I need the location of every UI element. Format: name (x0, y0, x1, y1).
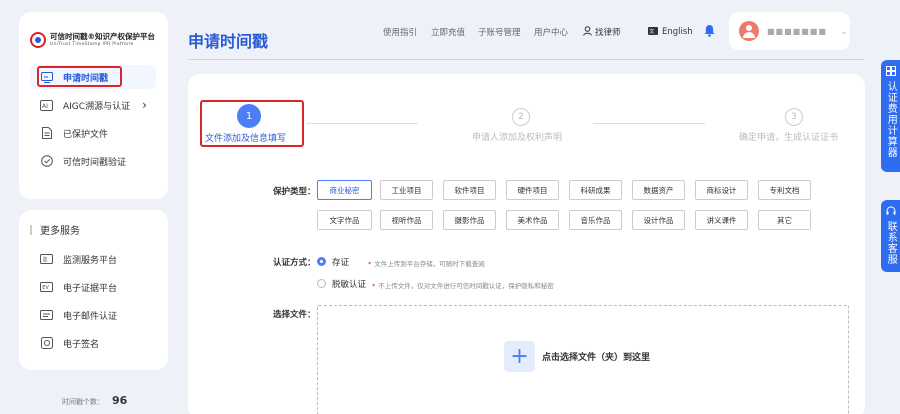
sidebar-item-label: 监测服务平台 (63, 255, 118, 266)
step-connector-1 (306, 123, 418, 124)
chevron-right-icon: › (142, 98, 147, 112)
title-divider (188, 59, 864, 60)
sidebar-item-signature[interactable]: 电子签名 (40, 333, 99, 353)
language-icon: 文 (648, 26, 658, 38)
contact-support-label: 联系客服 (885, 221, 897, 266)
top-nav-user-center[interactable]: 用户中心 (534, 24, 568, 40)
type-tag-design[interactable]: 设计作品 (632, 210, 685, 230)
chevron-down-icon: ⌄ (840, 26, 848, 36)
sidebar-item-protected-files[interactable]: 已保护文件 (40, 123, 108, 143)
file-select-label: 选择文件： (273, 310, 316, 320)
notification-bell[interactable] (704, 24, 715, 40)
svg-text:AI: AI (42, 103, 48, 110)
auth-option-store-hint: * 文件上传到平台存储，可随时下载查阅 (368, 260, 485, 268)
auth-radio-store[interactable] (317, 257, 326, 266)
type-tag-research[interactable]: 科研成果 (569, 180, 622, 200)
sidebar-item-verify[interactable]: 可信时间戳验证 (40, 151, 126, 171)
sidebar-item-label: 已保护文件 (63, 129, 109, 140)
type-tag-software[interactable]: 软件项目 (443, 180, 496, 200)
signature-icon (40, 337, 53, 350)
page-title: 申请时间戳 (188, 32, 269, 51)
active-step-highlight (200, 100, 304, 147)
fee-calculator-button[interactable]: 认证费用计算器 (881, 60, 900, 172)
aigc-icon: AI (40, 99, 53, 112)
language-switch[interactable]: 文 English (648, 24, 693, 40)
step-3-circle: 3 (785, 108, 803, 126)
brand[interactable]: 可信时间戳®知识产权保护平台 UniTrust TimeStamp IPR Pl… (30, 30, 162, 50)
auth-option-desensitize-hint: * 不上传文件，仅对文件进行可信时间戳认证，保护隐私和秘密 (372, 282, 554, 290)
timestamp-count-label: 时间戳个数： (62, 398, 104, 406)
sidebar-item-label: 电子证据平台 (63, 283, 118, 294)
type-tag-trademark[interactable]: 商标设计 (695, 180, 748, 200)
sidebar-item-label: 电子签名 (63, 339, 100, 350)
sidebar-item-label: AIGC溯源与认证 (63, 101, 131, 112)
headset-icon (886, 206, 896, 219)
type-tag-industrial[interactable]: 工业项目 (380, 180, 433, 200)
user-icon (583, 25, 592, 39)
type-tag-fine-art[interactable]: 美术作品 (506, 210, 559, 230)
type-tag-photography[interactable]: 摄影作品 (443, 210, 496, 230)
svg-text:监: 监 (43, 256, 48, 263)
protect-type-label: 保护类型： (273, 187, 316, 197)
type-tag-patent[interactable]: 专利文档 (758, 180, 811, 200)
more-services-title: 更多服务 (30, 222, 80, 237)
add-file-button[interactable]: + (504, 341, 535, 372)
document-icon (40, 127, 53, 140)
type-tag-hardware[interactable]: 硬件项目 (506, 180, 559, 200)
timestamp-count: 时间戳个数： 96 (62, 394, 127, 407)
svg-text:文: 文 (649, 28, 654, 35)
brand-title: 可信时间戳®知识产权保护平台 (50, 32, 155, 41)
type-tag-courseware[interactable]: 讲义课件 (695, 210, 748, 230)
type-tag-audiovisual[interactable]: 视听作品 (380, 210, 433, 230)
calculator-icon (885, 66, 896, 79)
step-3-label: 确定申请，生成认证证书 (739, 133, 839, 143)
fee-calculator-label: 认证费用计算器 (885, 81, 897, 159)
type-tag-other[interactable]: 其它 (758, 210, 811, 230)
bell-icon (704, 24, 715, 40)
brand-subtitle: UniTrust TimeStamp IPR Platform (50, 41, 134, 47)
top-nav-recharge[interactable]: 立即充值 (431, 24, 465, 40)
sidebar-item-aigc[interactable]: AI AIGC溯源与认证 › (40, 95, 147, 115)
step-2-label: 申请人添加及权利声明 (472, 133, 563, 143)
type-tag-literary[interactable]: 文字作品 (317, 210, 372, 230)
user-menu[interactable]: ■■■■■■■ ⌄ (729, 12, 850, 50)
brand-logo-icon (30, 32, 46, 48)
dropzone-text[interactable]: 点击选择文件（夹）到这里 (542, 350, 650, 363)
svg-text:EV: EV (42, 285, 49, 291)
monitor-icon: 监 (40, 253, 53, 266)
user-name: ■■■■■■■ (767, 26, 827, 36)
sidebar-item-monitor[interactable]: 监 监测服务平台 (40, 249, 117, 269)
sidebar-item-email[interactable]: 电子邮件认证 (40, 305, 117, 325)
top-nav-subaccount[interactable]: 子账号管理 (478, 24, 521, 40)
ev-icon: EV (40, 281, 53, 294)
contact-support-button[interactable]: 联系客服 (881, 200, 900, 272)
auth-option-desensitize-label[interactable]: 脱敏认证 (332, 278, 366, 290)
step-connector-2 (593, 123, 705, 124)
active-item-highlight (37, 66, 122, 87)
type-tag-trade-secret[interactable]: 商业秘密 (317, 180, 372, 200)
auth-option-store-label[interactable]: 存证 (332, 256, 349, 268)
avatar (739, 21, 759, 41)
timestamp-count-value: 96 (112, 394, 128, 407)
step-2-circle: 2 (512, 108, 530, 126)
top-nav-guide[interactable]: 使用指引 (383, 24, 417, 40)
sidebar-item-label: 可信时间戳验证 (63, 157, 127, 168)
sidebar-item-label: 电子邮件认证 (63, 311, 118, 322)
type-tag-music[interactable]: 音乐作品 (569, 210, 622, 230)
auth-method-label: 认证方式： (273, 258, 316, 268)
auth-radio-desensitize[interactable] (317, 279, 326, 288)
check-circle-icon (40, 155, 53, 168)
top-nav-find-lawyer[interactable]: 找律师 (583, 24, 621, 40)
mail-icon (40, 309, 53, 322)
type-tag-data-asset[interactable]: 数据资产 (632, 180, 685, 200)
sidebar-item-evidence[interactable]: EV 电子证据平台 (40, 277, 117, 297)
